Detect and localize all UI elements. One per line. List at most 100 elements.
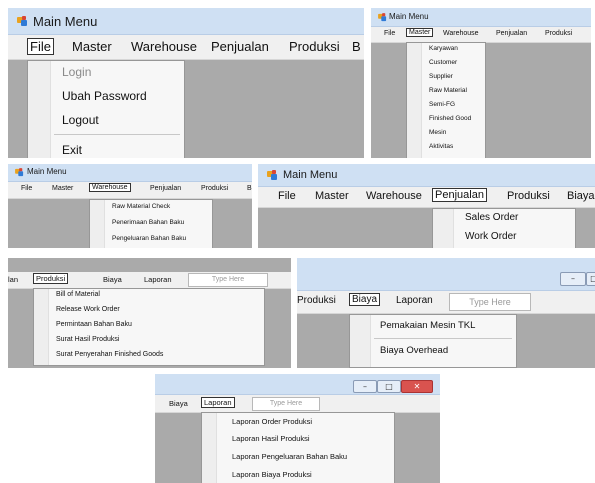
menu-item-raw-material[interactable]: Raw Material: [429, 87, 467, 94]
menu-file[interactable]: File: [278, 190, 296, 202]
menu-item-surat-hasil-produksi[interactable]: Surat Hasil Produksi: [56, 336, 119, 343]
menu-file[interactable]: File: [21, 185, 32, 192]
menu-penjualan[interactable]: Penjualan: [211, 39, 269, 54]
menu-produksi[interactable]: Produksi: [289, 39, 340, 54]
menu-biaya-truncated[interactable]: Biaya: [567, 190, 595, 202]
menu-item-logout[interactable]: Logout: [62, 113, 99, 127]
menu-produksi[interactable]: Produksi: [297, 295, 336, 306]
menu-produksi[interactable]: Produksi: [33, 273, 69, 284]
menu-biaya[interactable]: Biaya: [103, 275, 122, 284]
minimize-button[interactable]: –: [560, 272, 586, 286]
menu-item-semi-fg[interactable]: Semi-FG: [429, 101, 455, 108]
penjualan-dropdown: Sales Order Work Order: [432, 208, 576, 248]
minimize-icon: –: [571, 274, 575, 283]
menu-item-ubah-password[interactable]: Ubah Password: [62, 89, 147, 103]
app-icon: [17, 16, 28, 27]
menu-biaya[interactable]: Biaya: [349, 293, 381, 306]
maximize-button[interactable]: □: [377, 380, 401, 393]
app-icon: [267, 170, 278, 181]
menu-bar: File Master Warehouse Penjualan Produksi…: [258, 187, 595, 208]
window-title: Main Menu: [389, 12, 429, 21]
menu-warehouse[interactable]: Warehouse: [131, 39, 197, 54]
maximize-icon: □: [590, 274, 595, 283]
menu-item-mesin[interactable]: Mesin: [429, 129, 446, 136]
type-here-box[interactable]: Type Here: [188, 273, 268, 287]
panel-file-menu: Main Menu File Master Warehouse Penjuala…: [8, 8, 364, 158]
menu-item-work-order[interactable]: Work Order: [465, 231, 517, 242]
menu-item-karyawan[interactable]: Karyawan: [429, 45, 458, 52]
menu-produksi[interactable]: Produksi: [201, 185, 228, 192]
title-bar: Main Menu: [371, 8, 591, 27]
laporan-dropdown: Laporan Order Produksi Laporan Hasil Pro…: [201, 412, 395, 483]
type-here-box[interactable]: Type Here: [449, 293, 531, 311]
title-bar: Main Menu: [8, 8, 364, 35]
menu-item-permintaan-bahan-baku[interactable]: Permintaan Bahan Baku: [56, 321, 132, 328]
close-icon: ✕: [413, 382, 421, 391]
menu-item-release-work-order[interactable]: Release Work Order: [56, 306, 120, 313]
menu-item-exit[interactable]: Exit: [62, 143, 82, 157]
menu-item-laporan-order-produksi[interactable]: Laporan Order Produksi: [232, 417, 312, 426]
menu-item-laporan-pengeluaran-bahan-baku[interactable]: Laporan Pengeluaran Bahan Baku: [232, 452, 347, 461]
menu-bar: lan Produksi Biaya Laporan Type Here: [8, 272, 291, 289]
menu-item-pemakaian-mesin-tkl[interactable]: Pemakaian Mesin TKL: [380, 320, 475, 331]
menu-item-finished-good[interactable]: Finished Good: [429, 115, 471, 122]
produksi-dropdown: Bill of Material Release Work Order Perm…: [33, 288, 265, 366]
minimize-button[interactable]: –: [353, 380, 377, 393]
window-title: Main Menu: [33, 14, 98, 29]
menu-item-bill-of-material[interactable]: Bill of Material: [56, 291, 100, 298]
panel-warehouse-menu: Main Menu File Master Warehouse Penjuala…: [8, 164, 252, 248]
file-dropdown: Login Ubah Password Logout Exit: [27, 60, 185, 158]
menu-item-pengeluaran-bahan-baku[interactable]: Pengeluaran Bahan Baku: [112, 235, 186, 242]
menu-penjualan-truncated[interactable]: lan: [8, 275, 18, 284]
close-button[interactable]: ✕: [401, 380, 433, 393]
type-here-box[interactable]: Type Here: [252, 397, 320, 411]
menu-item-raw-material-check[interactable]: Raw Material Check: [112, 203, 170, 210]
menu-warehouse[interactable]: Warehouse: [443, 30, 479, 37]
menu-item-customer[interactable]: Customer: [429, 59, 457, 66]
app-icon: [378, 13, 387, 22]
menu-bar: File Master Warehouse Penjualan Produksi…: [8, 182, 252, 199]
menu-item-supplier[interactable]: Supplier: [429, 73, 453, 80]
menu-separator: [374, 338, 512, 339]
menu-bar: File Master Warehouse Penjualan Produksi…: [8, 35, 364, 60]
panel-produksi-menu: lan Produksi Biaya Laporan Type Here Bil…: [8, 258, 291, 368]
menu-produksi[interactable]: Produksi: [507, 190, 550, 202]
maximize-button[interactable]: □: [586, 272, 595, 286]
minimize-icon: –: [363, 382, 367, 391]
menu-master[interactable]: Master: [72, 39, 112, 54]
master-dropdown: Karyawan Customer Supplier Raw Material …: [406, 42, 486, 158]
menu-item-surat-penyerahan-finished-goods[interactable]: Surat Penyerahan Finished Goods: [56, 351, 163, 358]
menu-master[interactable]: Master: [406, 28, 434, 37]
maximize-icon: □: [385, 382, 393, 391]
menu-item-penerimaan-bahan-baku[interactable]: Penerimaan Bahan Baku: [112, 219, 184, 226]
panel-master-menu: Main Menu File Master Warehouse Penjuala…: [371, 8, 591, 158]
panel-penjualan-menu: Main Menu File Master Warehouse Penjuala…: [258, 164, 595, 248]
menu-penjualan[interactable]: Penjualan: [496, 30, 527, 37]
menu-penjualan[interactable]: Penjualan: [432, 188, 487, 202]
panel-biaya-menu: – □ Produksi Biaya Laporan Type Here Pem…: [297, 258, 595, 368]
menu-laporan[interactable]: Laporan: [144, 275, 172, 284]
menu-biaya-truncated[interactable]: B: [247, 185, 252, 192]
menu-item-login[interactable]: Login: [62, 65, 91, 79]
menu-item-sales-order[interactable]: Sales Order: [465, 212, 518, 223]
menu-bar: File Master Warehouse Penjualan Produksi: [371, 27, 591, 43]
panel-laporan-menu: – □ ✕ Biaya Laporan Type Here Laporan Or…: [155, 374, 440, 483]
title-bar: – □: [297, 258, 595, 291]
menu-laporan[interactable]: Laporan: [201, 397, 235, 408]
menu-warehouse[interactable]: Warehouse: [366, 190, 422, 202]
menu-file[interactable]: File: [27, 38, 54, 55]
menu-separator: [54, 134, 180, 135]
menu-warehouse[interactable]: Warehouse: [89, 183, 131, 192]
menu-laporan[interactable]: Laporan: [396, 295, 433, 306]
menu-item-biaya-overhead[interactable]: Biaya Overhead: [380, 345, 448, 356]
menu-item-laporan-hasil-produksi[interactable]: Laporan Hasil Produksi: [232, 434, 310, 443]
menu-file[interactable]: File: [384, 30, 395, 37]
menu-item-laporan-biaya-produksi[interactable]: Laporan Biaya Produksi: [232, 470, 312, 479]
menu-biaya-truncated[interactable]: B: [352, 39, 361, 54]
menu-produksi[interactable]: Produksi: [545, 30, 572, 37]
menu-master[interactable]: Master: [52, 185, 73, 192]
menu-penjualan[interactable]: Penjualan: [150, 185, 181, 192]
menu-item-aktivitas[interactable]: Aktivitas: [429, 143, 453, 150]
menu-master[interactable]: Master: [315, 190, 349, 202]
menu-biaya[interactable]: Biaya: [169, 399, 188, 408]
